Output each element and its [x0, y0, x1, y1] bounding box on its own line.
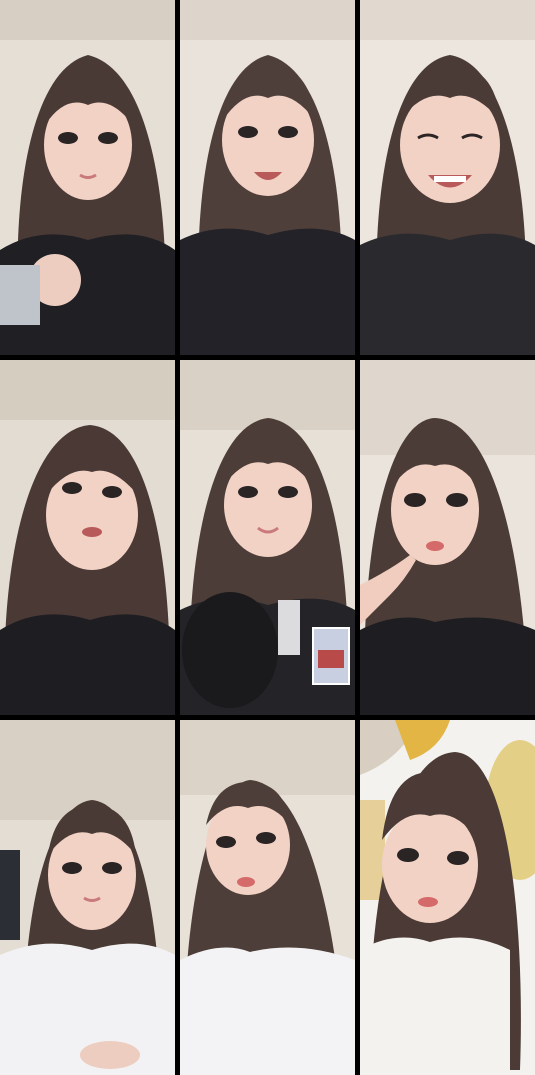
video-collage-grid	[0, 0, 535, 1075]
frame-8	[180, 720, 355, 1075]
frame-7	[0, 720, 175, 1075]
frame-4	[0, 360, 175, 715]
avatar-portrait-6	[360, 360, 535, 715]
avatar-portrait-5	[180, 360, 355, 715]
avatar-portrait-8	[180, 720, 355, 1075]
frame-2	[180, 0, 355, 355]
frame-9	[360, 720, 535, 1075]
frame-6	[360, 360, 535, 715]
avatar-portrait-3	[360, 0, 535, 355]
avatar-portrait-1	[0, 0, 175, 355]
avatar-portrait-7	[0, 720, 175, 1075]
avatar-portrait-9	[360, 720, 535, 1075]
frame-1	[0, 0, 175, 355]
frame-5	[180, 360, 355, 715]
avatar-portrait-2	[180, 0, 355, 355]
avatar-portrait-4	[0, 360, 175, 715]
frame-3	[360, 0, 535, 355]
